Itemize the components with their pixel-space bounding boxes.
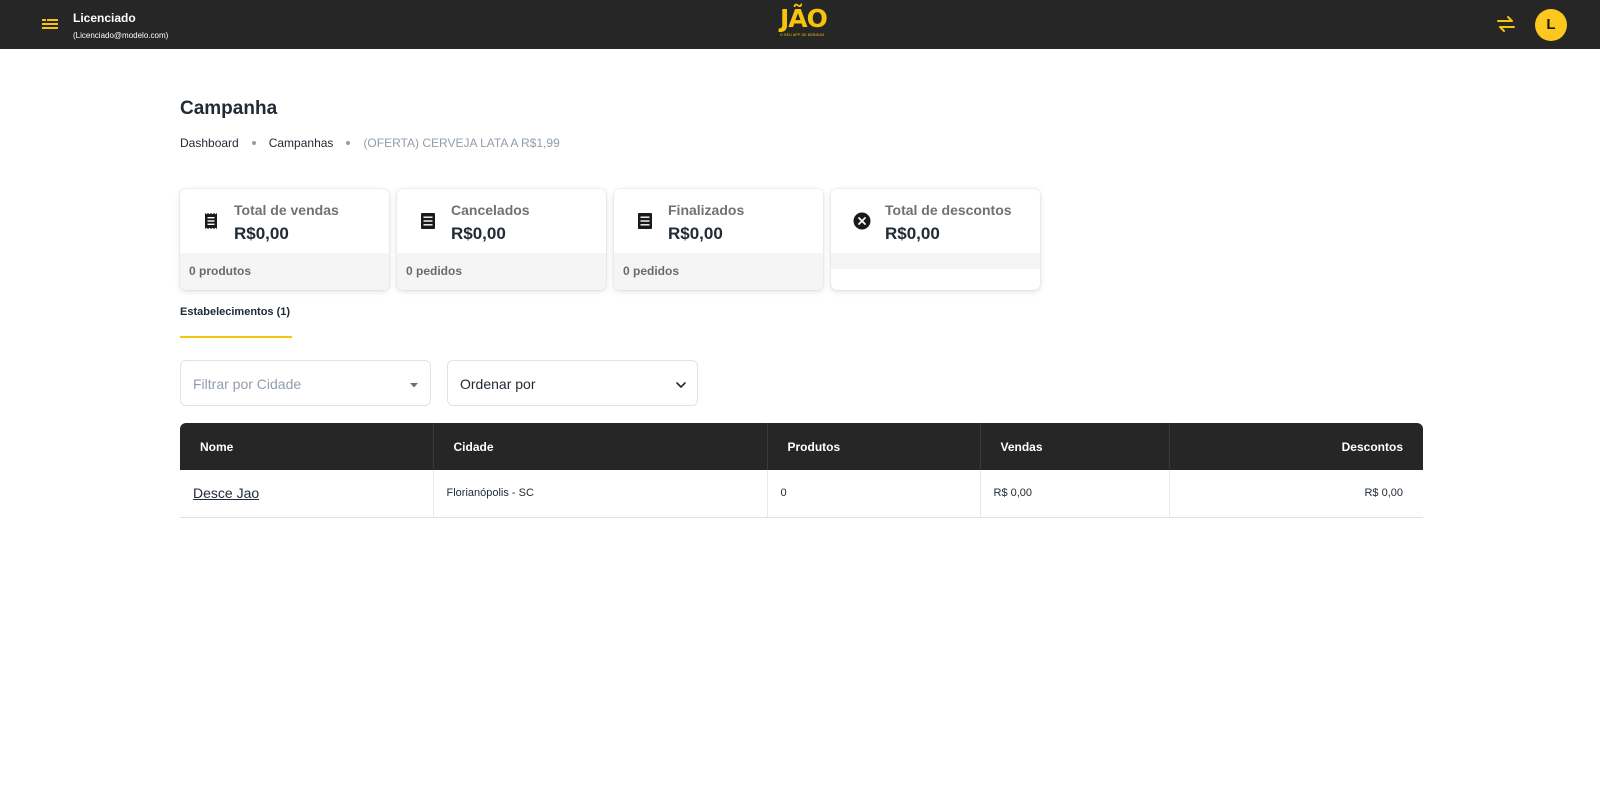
cell-vendas: R$ 0,00 <box>979 470 1169 518</box>
breadcrumb: Dashboard Campanhas (OFERTA) CERVEJA LAT… <box>180 136 560 150</box>
card-footer: 0 produtos <box>180 253 389 290</box>
breadcrumb-current: (OFERTA) CERVEJA LATA A R$1,99 <box>363 136 560 150</box>
order-by-value: Ordenar por <box>460 376 536 392</box>
chevron-down-icon <box>675 378 687 390</box>
order-by-select[interactable]: Ordenar por <box>447 360 698 406</box>
tab-indicator <box>180 336 292 338</box>
card-value: R$0,00 <box>451 224 506 243</box>
establishments-table: Nome Cidade Produtos Vendas Descontos De… <box>180 423 1423 518</box>
card-label: Total de vendas <box>234 202 339 218</box>
menu-icon[interactable] <box>40 16 60 32</box>
city-filter-placeholder: Filtrar por Cidade <box>193 376 302 392</box>
card-value: R$0,00 <box>668 224 723 243</box>
cell-descontos: R$ 0,00 <box>1168 470 1423 518</box>
cell-produtos: 0 <box>766 470 980 518</box>
column-header-vendas[interactable]: Vendas <box>979 423 1169 470</box>
avatar[interactable]: L <box>1535 9 1567 41</box>
card-label: Finalizados <box>668 202 745 218</box>
card-cancelados: Cancelados R$0,00 0 pedidos <box>397 189 606 290</box>
card-footer: 0 pedidos <box>614 253 823 290</box>
card-finalizados: Finalizados R$0,00 0 pedidos <box>614 189 823 290</box>
breadcrumb-campanhas[interactable]: Campanhas <box>269 136 334 150</box>
cell-nome: Desce Jao <box>180 470 433 518</box>
card-label: Total de descontos <box>885 202 1012 218</box>
user-name: Licenciado <box>73 11 136 25</box>
page-title: Campanha <box>180 98 278 119</box>
tab-estabelecimentos[interactable]: Estabelecimentos (1) <box>180 306 290 318</box>
column-header-descontos[interactable]: Descontos <box>1168 423 1423 470</box>
logo-text: JÃO <box>780 4 828 33</box>
caret-down-icon <box>408 378 420 390</box>
card-label: Cancelados <box>451 202 530 218</box>
user-email: (Licenciado@modelo.com) <box>73 31 169 40</box>
list-icon <box>636 212 654 230</box>
card-total-descontos: Total de descontos R$0,00 <box>831 189 1040 290</box>
card-footer <box>831 253 1040 269</box>
column-header-nome[interactable]: Nome <box>180 423 433 470</box>
card-value: R$0,00 <box>234 224 289 243</box>
column-header-cidade[interactable]: Cidade <box>432 423 767 470</box>
card-value: R$0,00 <box>885 224 940 243</box>
logo-tagline: O SEU APP DE BEBIDAS <box>780 33 825 37</box>
cancel-circle-icon <box>853 212 871 230</box>
table-header-row: Nome Cidade Produtos Vendas Descontos <box>180 423 1423 470</box>
city-filter-select[interactable]: Filtrar por Cidade <box>180 360 431 406</box>
user-info: Licenciado (Licenciado@modelo.com) <box>73 10 168 43</box>
breadcrumb-dashboard[interactable]: Dashboard <box>180 136 239 150</box>
receipt-icon <box>202 212 220 230</box>
table-row: Desce Jao Florianópolis - SC 0 R$ 0,00 R… <box>180 470 1423 518</box>
list-icon <box>419 212 437 230</box>
swap-arrows-icon[interactable] <box>1496 15 1516 33</box>
top-bar: Licenciado (Licenciado@modelo.com) JÃO O… <box>0 0 1600 49</box>
column-header-produtos[interactable]: Produtos <box>766 423 980 470</box>
breadcrumb-separator <box>346 141 351 145</box>
card-total-vendas: Total de vendas R$0,00 0 produtos <box>180 189 389 290</box>
logo[interactable]: JÃO O SEU APP DE BEBIDAS <box>780 4 828 43</box>
card-footer: 0 pedidos <box>397 253 606 290</box>
breadcrumb-separator <box>251 141 256 145</box>
establishment-link[interactable]: Desce Jao <box>193 485 259 501</box>
cell-cidade: Florianópolis - SC <box>432 470 767 518</box>
